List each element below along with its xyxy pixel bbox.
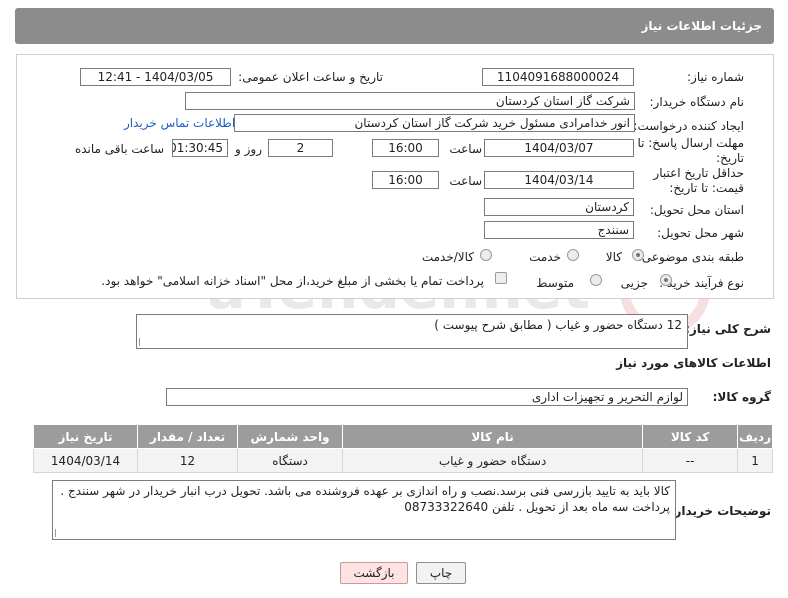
goods-table: ردیف کد کالا نام کالا واحد شمارش تعداد /… (32, 424, 773, 473)
province-field[interactable]: کردستان (484, 198, 634, 216)
goods-group-label: گروه کالا: (712, 390, 771, 404)
category-radio-goods[interactable] (632, 249, 644, 261)
city-label: شهر محل تحویل: (657, 226, 744, 240)
province-label: استان محل تحویل: (649, 203, 744, 217)
back-button[interactable]: بازگشت (340, 562, 408, 584)
price-valid-time-field[interactable]: 16:00 (372, 171, 439, 189)
cell-name: دستگاه حضور و غیاب (342, 448, 644, 473)
buyer-org-field[interactable]: شرکت گاز استان کردستان (185, 92, 635, 110)
treasury-payment-note: پرداخت تمام یا بخشی از مبلغ خرید،از محل … (101, 274, 484, 288)
cell-row: 1 (737, 448, 773, 473)
category-radio-service[interactable] (567, 249, 579, 261)
col-name: نام کالا (342, 424, 644, 449)
price-valid-label: حداقل تاریخ اعتبار قیمت: تا تاریخ: (653, 166, 744, 195)
buyer-notes-label: توضیحات خریدار: (669, 504, 771, 518)
remaining-time-label: ساعت باقی مانده (74, 142, 164, 156)
goods-table-header: ردیف کد کالا نام کالا واحد شمارش تعداد /… (32, 424, 773, 449)
buyer-contact-link[interactable]: اطلاعات تماس خریدار (124, 116, 235, 130)
buyer-notes-line-1: کالا باید به تایید بازرسی فنی برسد.نصب و… (60, 484, 670, 498)
days-label: روز و (235, 142, 262, 156)
col-date: تاریخ نیاز (32, 424, 139, 449)
buyer-org-label: نام دستگاه خریدار: (649, 95, 745, 109)
col-code: کد کالا (642, 424, 739, 449)
description-label: شرح کلی نیاز: (685, 322, 771, 336)
announce-date-label: تاریخ و ساعت اعلان عمومی: (238, 70, 383, 84)
category-radio-goods-service[interactable] (480, 249, 492, 261)
process-radio-medium[interactable] (590, 274, 602, 286)
col-qty: تعداد / مقدار (137, 424, 239, 449)
creator-label: ایجاد کننده درخواست: (633, 119, 744, 133)
process-option-minor: جزیی (620, 276, 648, 290)
goods-section-title: اطلاعات کالاهای مورد نیاز (616, 356, 771, 370)
cell-date: 1404/03/14 (32, 448, 139, 473)
price-valid-date-field[interactable]: 1404/03/14 (484, 171, 634, 189)
cell-unit: دستگاه (237, 448, 344, 473)
resize-grip-icon[interactable] (139, 338, 147, 346)
table-row[interactable]: 1 -- دستگاه حضور و غیاب دستگاه 12 1404/0… (32, 448, 773, 473)
need-number-field[interactable]: 1104091688000024 (482, 68, 634, 86)
remaining-time-field[interactable]: 01:30:45 (172, 139, 228, 157)
process-option-medium: متوسط (536, 276, 574, 290)
deadline-label: مهلت ارسال پاسخ: تا تاریخ: (637, 136, 744, 165)
price-valid-time-label: ساعت (449, 174, 482, 188)
need-number-label: شماره نیاز: (687, 70, 744, 84)
cell-code: -- (642, 448, 739, 473)
deadline-date-field[interactable]: 1404/03/07 (484, 139, 634, 157)
description-text: 12 دستگاه حضور و غیاب ( مطابق شرح پیوست … (434, 318, 682, 332)
deadline-time-label: ساعت (449, 142, 482, 156)
deadline-time-field[interactable]: 16:00 (372, 139, 439, 157)
treasury-payment-checkbox[interactable] (495, 272, 507, 284)
buyer-notes-textarea[interactable]: کالا باید به تایید بازرسی فنی برسد.نصب و… (52, 480, 676, 540)
announce-date-field[interactable]: 1404/03/05 - 12:41 (80, 68, 231, 86)
page-title: جزئیات اطلاعات نیاز (641, 19, 762, 33)
goods-group-field[interactable]: لوازم التحریر و تجهیزات اداری (166, 388, 688, 406)
creator-field[interactable]: انور خدامرادی مسئول خرید شرکت گاز استان … (234, 114, 635, 132)
process-radio-minor[interactable] (660, 274, 672, 286)
category-option-service: خدمت (529, 250, 561, 264)
buyer-notes-line-2: پرداخت سه ماه بعد از تحویل . تلفن 087333… (404, 500, 670, 514)
city-field[interactable]: سنندج (484, 221, 634, 239)
col-unit: واحد شمارش (237, 424, 344, 449)
col-row: ردیف (737, 424, 773, 449)
category-option-goods-service: کالا/خدمت (421, 250, 474, 264)
description-textarea[interactable]: 12 دستگاه حضور و غیاب ( مطابق شرح پیوست … (136, 314, 688, 349)
days-field[interactable]: 2 (268, 139, 333, 157)
page-title-bar: جزئیات اطلاعات نیاز (15, 8, 774, 44)
category-option-goods: کالا (605, 250, 622, 264)
resize-grip-icon[interactable] (55, 529, 63, 537)
print-button[interactable]: چاپ (416, 562, 466, 584)
cell-qty: 12 (137, 448, 239, 473)
category-label: طبقه بندی موضوعی: (637, 250, 744, 264)
